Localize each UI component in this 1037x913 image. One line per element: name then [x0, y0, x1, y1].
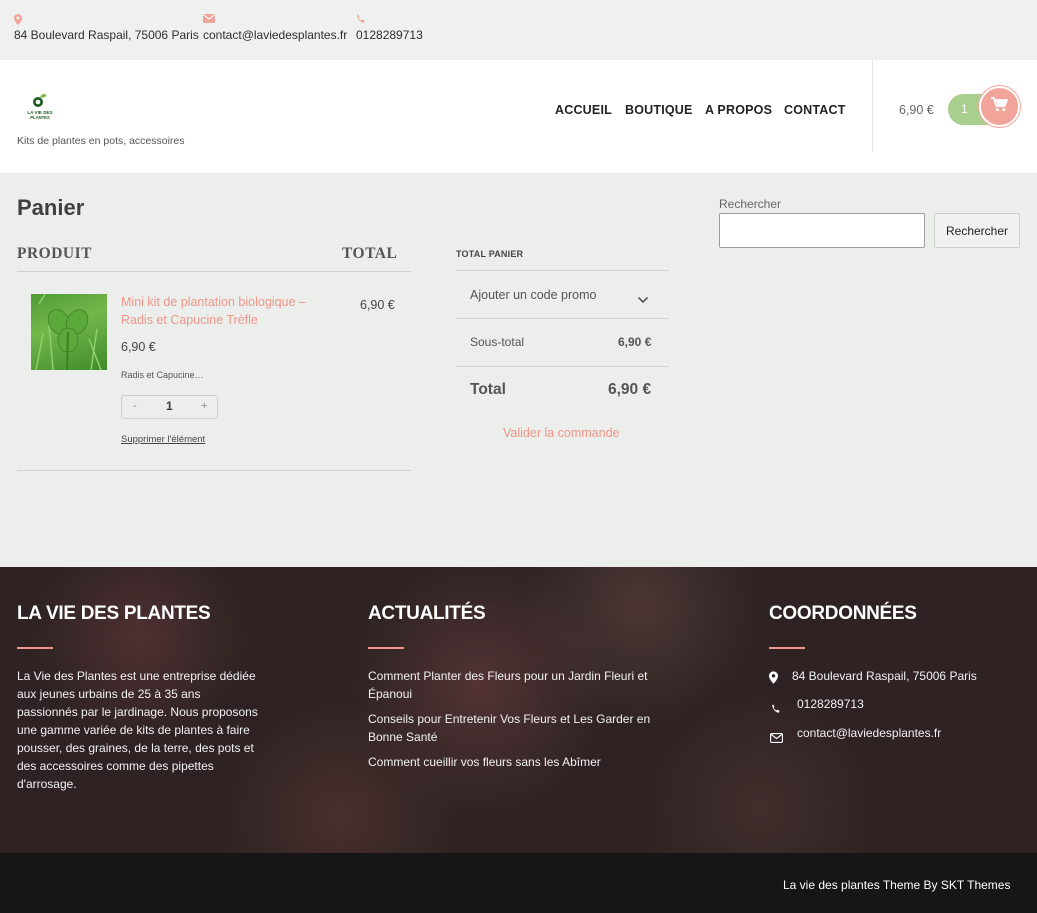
checkout-button[interactable]: Valider la commande [503, 426, 620, 440]
subtotal-value: 6,90 € [618, 335, 652, 349]
quantity-stepper[interactable]: - 1 + [121, 395, 218, 419]
nav-a-propos[interactable]: A PROPOS [705, 103, 772, 117]
remove-item-link[interactable]: Supprimer l'élément [121, 434, 205, 445]
totals-divider-3 [456, 366, 669, 367]
footer-email[interactable]: contact@laviedesplantes.fr [797, 726, 941, 740]
site-tagline: Kits de plantes en pots, accessoires [17, 135, 185, 147]
footer-about-text: La Vie des Plantes est une entreprise dé… [17, 669, 258, 791]
footer-credit[interactable]: La vie des plantes Theme By SKT Themes [783, 878, 1010, 892]
search-button[interactable]: Rechercher [934, 213, 1020, 248]
shopping-cart-icon [991, 96, 1008, 117]
quantity-increase-button[interactable]: + [201, 400, 207, 412]
cart-button[interactable] [979, 86, 1020, 127]
footer-bottom-bar: La vie des plantes Theme By SKT Themes [0, 853, 1037, 913]
search-label: Rechercher [719, 197, 782, 211]
footer-news-title: ACTUALITÉS [368, 603, 486, 624]
product-variant: Radis et Capucine… [121, 370, 204, 380]
page-title: Panier [17, 195, 85, 220]
top-bar: 84 Boulevard Raspail, 75006 Paris contac… [0, 0, 1037, 60]
envelope-icon [770, 730, 783, 748]
totals-divider-1 [456, 270, 669, 271]
map-marker-icon [769, 671, 778, 689]
site-footer: LA VIE DES PLANTES La Vie des Plantes es… [0, 567, 1037, 853]
topbar-phone-text[interactable]: 0128289713 [356, 28, 423, 42]
footer-phone[interactable]: 0128289713 [797, 697, 864, 711]
product-name-link[interactable]: Mini kit de plantation biologique – Radi… [121, 293, 336, 329]
totals-divider-2 [456, 318, 669, 319]
footer-news-link[interactable]: Comment cueillir vos fleurs sans les Abî… [368, 753, 678, 771]
total-label: Total [470, 381, 506, 398]
search-input[interactable] [719, 213, 925, 248]
footer-news-underline [368, 647, 404, 649]
topbar-address: 84 Boulevard Raspail, 75006 Paris [14, 14, 199, 42]
topbar-address-text: 84 Boulevard Raspail, 75006 Paris [14, 28, 199, 42]
topbar-email-text[interactable]: contact@laviedesplantes.fr [203, 28, 347, 42]
quantity-value[interactable]: 1 [166, 399, 173, 413]
product-unit-price: 6,90 € [121, 340, 156, 354]
footer-address: 84 Boulevard Raspail, 75006 Paris [792, 669, 977, 683]
subtotal-label: Sous-total [470, 335, 525, 349]
phone-icon [356, 14, 423, 26]
footer-about-title: LA VIE DES PLANTES [17, 603, 211, 624]
map-marker-icon [14, 14, 199, 26]
nav-contact[interactable]: CONTACT [784, 103, 846, 117]
table-header-divider [17, 271, 411, 272]
cart-table-bottom-divider [17, 470, 411, 471]
line-total: 6,90 € [360, 298, 395, 312]
topbar-phone[interactable]: 0128289713 [356, 14, 423, 42]
footer-contact-underline [769, 647, 805, 649]
topbar-email[interactable]: contact@laviedesplantes.fr [203, 14, 347, 42]
chevron-down-icon[interactable] [637, 291, 649, 309]
column-header-total: TOTAL [342, 245, 398, 262]
quantity-decrease-button[interactable]: - [133, 400, 137, 412]
product-thumbnail[interactable] [31, 294, 107, 370]
footer-about-underline [17, 647, 53, 649]
total-value: 6,90 € [608, 381, 652, 398]
column-header-product: PRODUIT [17, 245, 92, 262]
footer-news-link[interactable]: Comment Planter des Fleurs pour un Jardi… [368, 667, 678, 703]
nav-accueil[interactable]: ACCUEIL [555, 103, 612, 117]
nav-boutique[interactable]: BOUTIQUE [625, 103, 693, 117]
site-header: LA VIE DES PLANTES Kits de plantes en po… [0, 60, 1037, 173]
cart-totals-title: TOTAL PANIER [456, 249, 524, 259]
svg-text:PLANTES: PLANTES [30, 115, 50, 120]
promo-code-toggle[interactable]: Ajouter un code promo [470, 288, 596, 302]
cart-total-price[interactable]: 6,90 € [899, 103, 934, 117]
phone-icon [771, 701, 781, 719]
site-logo[interactable]: LA VIE DES PLANTES [22, 93, 58, 121]
footer-news-link[interactable]: Conseils pour Entretenir Vos Fleurs et L… [368, 710, 678, 746]
envelope-icon [203, 14, 347, 26]
footer-contact-title: COORDONNÉES [769, 603, 917, 624]
header-divider [872, 60, 873, 152]
